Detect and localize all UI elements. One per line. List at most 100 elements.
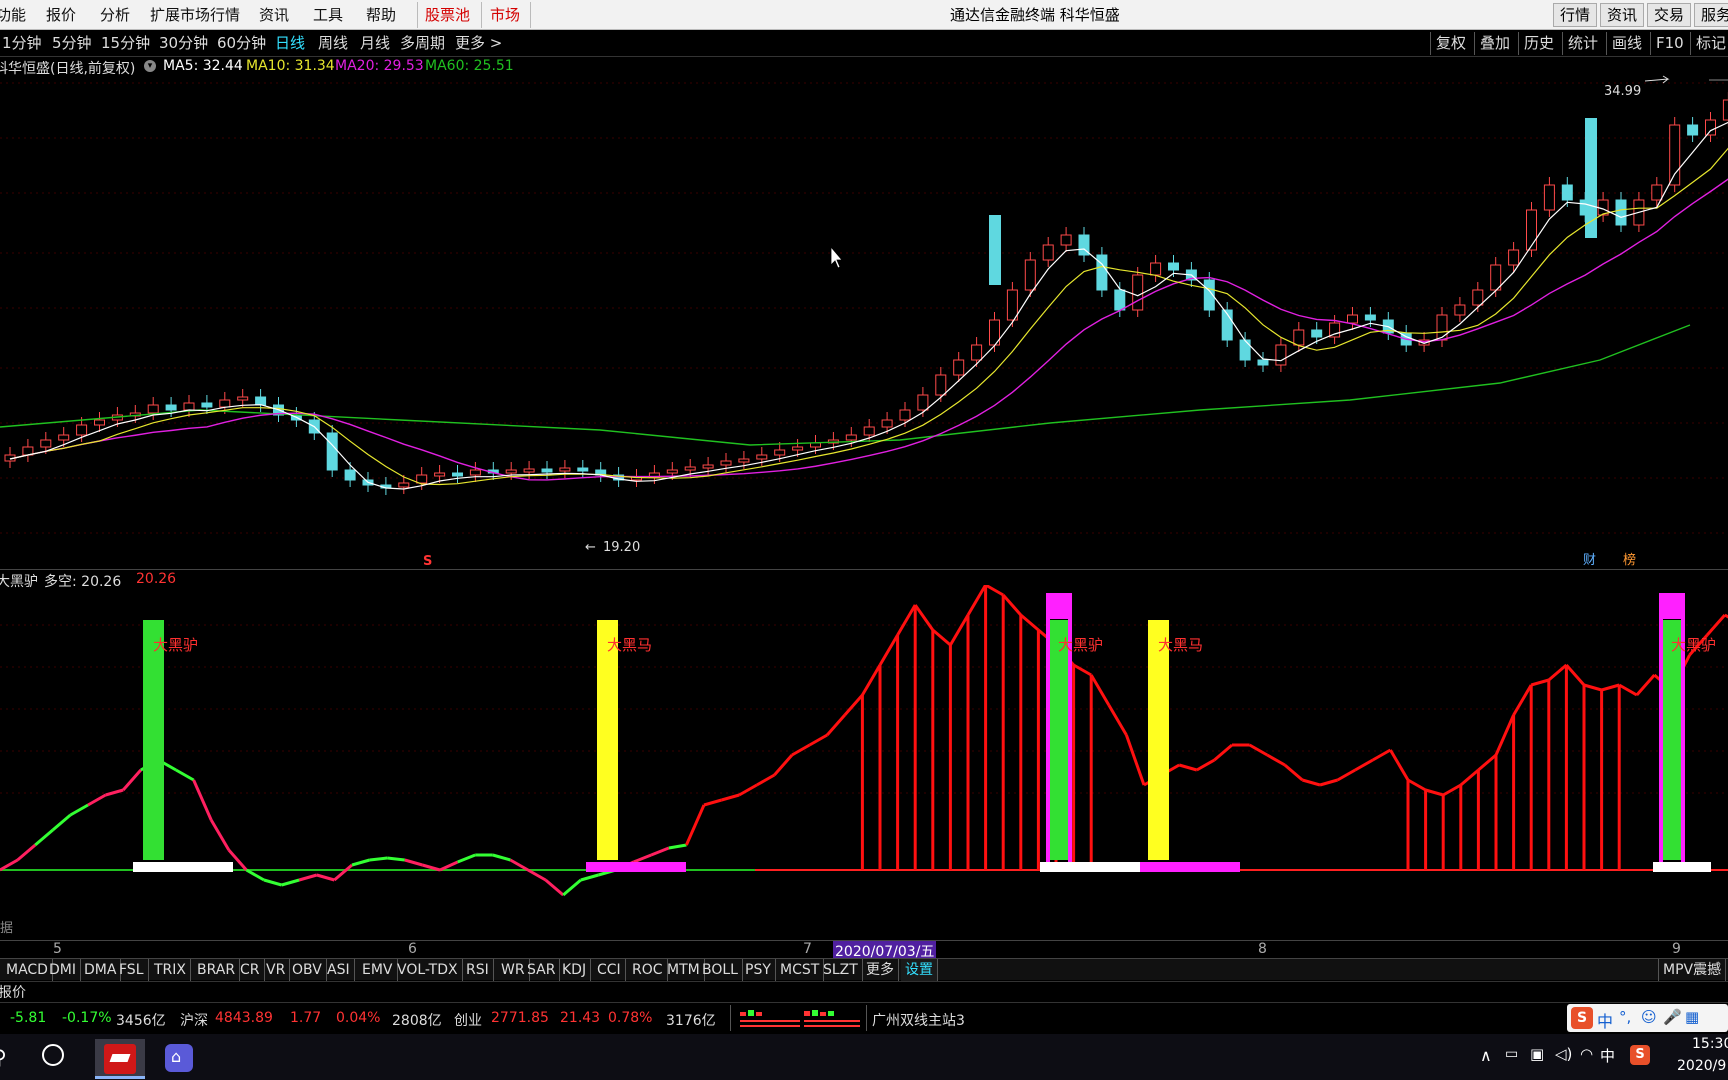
candle	[58, 434, 70, 441]
ime-mode[interactable]: 中	[1597, 1008, 1613, 1032]
punctuation-icon[interactable]: °,	[1619, 1008, 1631, 1026]
indicator-tab-cr[interactable]: CR	[236, 959, 265, 981]
indicator-segment	[0, 858, 19, 872]
indicator-tab-cci[interactable]: CCI	[593, 959, 626, 981]
chevron-down-icon[interactable]: ▾	[144, 60, 156, 72]
indicator-tab-vol-tdx[interactable]: VOL-TDX	[393, 959, 463, 981]
candle	[94, 419, 105, 426]
period-daily[interactable]: 日线	[275, 30, 305, 57]
indicator-tab-sar[interactable]: SAR	[523, 959, 561, 981]
candle	[1293, 329, 1305, 346]
draw-button[interactable]: 画线	[1606, 32, 1647, 55]
f10-button[interactable]: F10	[1650, 32, 1689, 55]
indicator-bars	[860, 585, 1621, 870]
indicator-tab-roc[interactable]: ROC	[628, 959, 668, 981]
period-weekly[interactable]: 周线	[318, 30, 348, 57]
indicator-tab-brar[interactable]: BRAR	[193, 959, 241, 981]
hs-name[interactable]: 沪深	[180, 1010, 208, 1030]
indicator-tab-mcst[interactable]: MCST	[776, 959, 825, 981]
quote-button[interactable]: 行情	[1553, 3, 1598, 27]
news-button[interactable]: 资讯	[1600, 3, 1645, 27]
app-icon[interactable]: ⌂	[165, 1044, 193, 1072]
period-5min[interactable]: 5分钟	[52, 30, 92, 57]
indicator-tab-kdj[interactable]: KDJ	[558, 959, 592, 981]
tdx-app-icon[interactable]	[95, 1039, 145, 1079]
date-tick: 6	[408, 941, 417, 957]
candle	[1168, 262, 1179, 271]
quote-label[interactable]: 报价	[0, 982, 26, 1002]
menu-market[interactable]: 市场	[490, 0, 520, 30]
overlay-button[interactable]: 叠加	[1474, 32, 1515, 55]
emoji-icon[interactable]: ☺	[1641, 1008, 1657, 1026]
cy-change: 21.43	[560, 1010, 601, 1026]
clock-date[interactable]: 2020/9	[1677, 1058, 1726, 1074]
menu-help[interactable]: 帮助	[366, 0, 396, 30]
indicator-tab-rsi[interactable]: RSI	[462, 959, 494, 981]
volume-icon[interactable]: ◁)	[1555, 1045, 1572, 1063]
indicator-tab-vr[interactable]: VR	[262, 959, 291, 981]
indicator-segment	[1583, 683, 1603, 692]
period-30min[interactable]: 30分钟	[159, 30, 208, 57]
candle	[917, 394, 929, 411]
indicator-tab-设置[interactable]: 设置	[901, 959, 938, 981]
sogou-icon[interactable]: S	[1571, 1007, 1593, 1029]
menu-function[interactable]: 功能	[0, 0, 26, 30]
indicator-tab-fsl[interactable]: FSL	[115, 959, 149, 981]
indicator-segment	[87, 793, 107, 807]
signal-label: 大黑驴	[1671, 636, 1716, 654]
indicator-tab-更多[interactable]: 更多	[862, 959, 899, 981]
period-15min[interactable]: 15分钟	[101, 30, 150, 57]
wifi-icon[interactable]: ◠	[1580, 1045, 1593, 1063]
menu-tools[interactable]: 工具	[313, 0, 343, 30]
keyboard-icon[interactable]: ▦	[1685, 1008, 1699, 1026]
indicator-tab-dmi[interactable]: DMI	[45, 959, 81, 981]
adjust-button[interactable]: 复权	[1430, 32, 1471, 55]
mark-button[interactable]: 标记	[1690, 32, 1728, 55]
ime-toolbar[interactable]: S 中 °, ☺ 🎤 ▦	[1567, 1004, 1728, 1032]
candle	[1024, 259, 1036, 291]
task-view-icon[interactable]	[42, 1044, 64, 1066]
indicator-chart[interactable]: 大黑驴 大黑马 大黑驴 大黑马 大黑驴 据	[0, 585, 1728, 940]
candle	[881, 419, 893, 428]
period-60min[interactable]: 60分钟	[217, 30, 266, 57]
mpv-label[interactable]: MPV震撼	[1658, 959, 1727, 981]
period-1min[interactable]: 1分钟	[2, 30, 42, 57]
menu-news[interactable]: 资讯	[259, 0, 289, 30]
indicator-segment	[333, 863, 353, 882]
ime-indicator[interactable]: 中	[1600, 1045, 1615, 1066]
indicator-tab-trix[interactable]: TRIX	[150, 959, 191, 981]
indicator-tab-asi[interactable]: ASI	[323, 959, 355, 981]
period-multi[interactable]: 多周期	[400, 30, 445, 57]
period-more[interactable]: 更多 >	[455, 30, 502, 57]
clock-time[interactable]: 15:30	[1692, 1036, 1728, 1052]
history-button[interactable]: 历史	[1518, 32, 1559, 55]
microphone-icon[interactable]: 🎤	[1663, 1008, 1682, 1026]
indicator-tab-boll[interactable]: BOLL	[698, 959, 743, 981]
cy-name[interactable]: 创业	[454, 1010, 482, 1030]
server-station[interactable]: 广州双线主站3	[872, 1010, 965, 1030]
stats-button[interactable]: 统计	[1562, 32, 1603, 55]
indicator-tab-obv[interactable]: OBV	[288, 959, 327, 981]
search-icon[interactable]: ⚲	[0, 1045, 7, 1069]
menu-analysis[interactable]: 分析	[100, 0, 130, 30]
chevron-up-icon[interactable]: ∧	[1480, 1046, 1492, 1065]
sogou-tray-icon[interactable]: S	[1630, 1045, 1650, 1065]
service-button[interactable]: 服务	[1694, 3, 1728, 27]
candle	[147, 404, 159, 414]
indicator-tab-slzt[interactable]: SLZT	[819, 959, 863, 981]
period-monthly[interactable]: 月线	[360, 30, 390, 57]
sh-change: -5.81	[10, 1010, 47, 1026]
indicator-segment	[808, 733, 828, 747]
kline-chart[interactable]: 34.99 ← 19.20 S 财 榜	[0, 75, 1728, 569]
indicator-segment	[492, 853, 511, 862]
indicator-tab-psy[interactable]: PSY	[741, 959, 776, 981]
menu-extended-market[interactable]: 扩展市场行情	[150, 0, 240, 30]
candle	[1114, 289, 1126, 311]
menu-quote[interactable]: 报价	[46, 0, 76, 30]
indicator-tab-emv[interactable]: EMV	[358, 959, 398, 981]
battery-icon[interactable]: ▭	[1505, 1046, 1518, 1062]
menu-stock-pool[interactable]: 股票池	[425, 0, 470, 30]
trade-button[interactable]: 交易	[1647, 3, 1692, 27]
indicator-segment	[1319, 778, 1339, 787]
network-icon[interactable]: ▣	[1530, 1045, 1544, 1063]
